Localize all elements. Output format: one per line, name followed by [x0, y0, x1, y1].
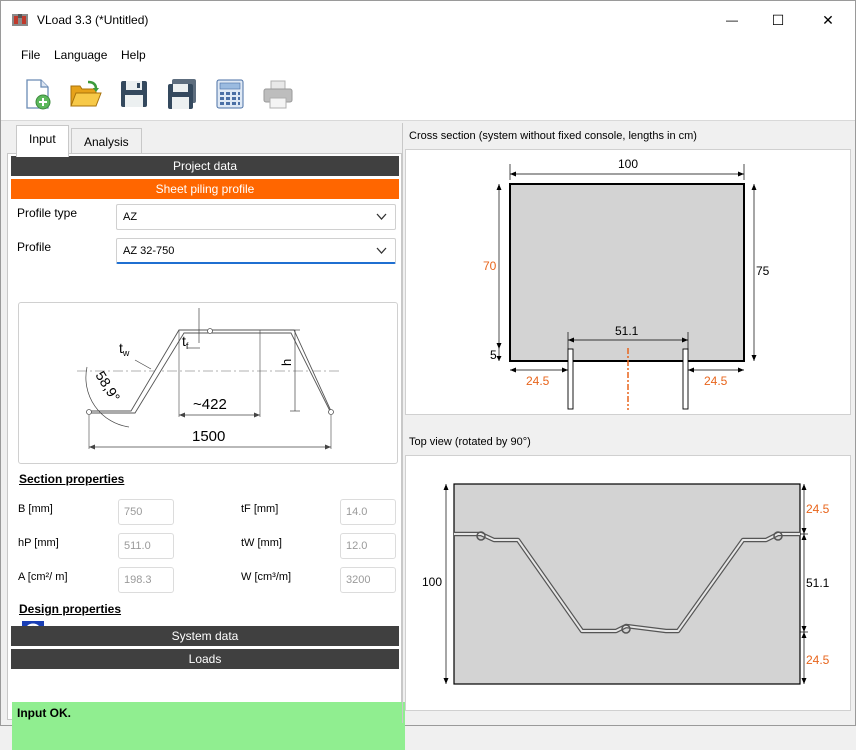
- mid-width-label: ~422: [193, 396, 227, 413]
- tf-prop-label: tF [mm]: [241, 503, 279, 515]
- menu-file[interactable]: File: [21, 48, 40, 62]
- menu-help[interactable]: Help: [121, 48, 146, 62]
- open-folder-icon: [70, 80, 102, 107]
- h-dimension-label: h: [279, 359, 294, 366]
- svg-text:tw: tw: [119, 340, 130, 358]
- tab-analysis[interactable]: Analysis: [71, 128, 142, 156]
- chevron-down-icon: [376, 239, 387, 272]
- close-icon: ✕: [822, 11, 834, 28]
- tw-field[interactable]: 12.0: [340, 533, 396, 559]
- status-message: Input OK.: [12, 702, 405, 750]
- w-prop-label: W [cm³/m]: [241, 571, 292, 583]
- input-panel: Input Analysis Project data Sheet piling…: [5, 123, 405, 750]
- tv-bottom-offset-label: 24.5: [806, 653, 830, 667]
- tab-input[interactable]: Input: [16, 125, 69, 157]
- area-label: A [cm²/ m]: [18, 571, 68, 583]
- save-as-button[interactable]: [165, 77, 199, 111]
- hp-label: hP [mm]: [18, 537, 59, 549]
- new-file-button[interactable]: [21, 77, 55, 111]
- cross-section-diagram: 100 70 5 75 51.1 24.5 24.5: [405, 149, 851, 415]
- new-file-icon: [26, 79, 51, 110]
- input-tab-body: Project data Sheet piling profile Profil…: [7, 153, 405, 750]
- tf-field[interactable]: 14.0: [340, 499, 396, 525]
- tw-prop-label: tW [mm]: [241, 537, 282, 549]
- cs-left-offset-label: 24.5: [526, 374, 550, 388]
- w-field[interactable]: 3200: [340, 567, 396, 593]
- section-properties-heading[interactable]: Section properties: [19, 472, 124, 486]
- tv-left-length-label: 100: [422, 575, 442, 589]
- cs-top-width-label: 100: [618, 157, 638, 171]
- minimize-button[interactable]: —: [709, 1, 755, 39]
- window-title: VLoad 3.3 (*Untitled): [37, 13, 149, 27]
- tv-top-offset-label: 24.5: [806, 502, 830, 516]
- minimize-icon: —: [726, 13, 738, 27]
- loads-header[interactable]: Loads: [11, 649, 399, 669]
- total-width-label: 1500: [192, 428, 225, 445]
- cross-section-graphic: 100 70 5 75 51.1 24.5 24.5: [483, 157, 770, 410]
- system-data-header[interactable]: System data: [11, 626, 399, 646]
- calculator-icon: [216, 79, 244, 109]
- maximize-button[interactable]: ☐: [755, 1, 801, 39]
- app-logo-icon: [12, 14, 28, 26]
- chevron-down-icon: [376, 205, 387, 238]
- profile-select[interactable]: AZ 32-750: [116, 238, 396, 264]
- diagram-panel: Cross section (system without fixed cons…: [403, 123, 855, 723]
- menu-bar: File Language Help: [1, 39, 855, 69]
- cs-right-height-label: 75: [756, 264, 770, 278]
- design-properties-heading[interactable]: Design properties: [19, 602, 121, 616]
- top-view-diagram: 100 24.5 51.1 24.5: [405, 455, 851, 711]
- profile-type-label: Profile type: [17, 206, 78, 220]
- profile-drawing: h tf tw 58,9° ~422 1500: [18, 302, 398, 464]
- tf-subscript: f: [186, 341, 189, 351]
- profile-value: AZ 32-750: [123, 245, 175, 257]
- title-bar: VLoad 3.3 (*Untitled) — ☐ ✕: [1, 1, 855, 39]
- b-field[interactable]: 750: [118, 499, 174, 525]
- calculate-button[interactable]: [213, 77, 247, 111]
- maximize-icon: ☐: [771, 11, 785, 28]
- cs-right-offset-label: 24.5: [704, 374, 728, 388]
- open-button[interactable]: [68, 77, 102, 111]
- close-button[interactable]: ✕: [805, 1, 851, 39]
- angle-label: 58,9°: [92, 368, 123, 404]
- tv-mid-length-label: 51.1: [806, 576, 830, 590]
- save-button[interactable]: [117, 77, 151, 111]
- app-window: VLoad 3.3 (*Untitled) — ☐ ✕ File Languag…: [0, 0, 856, 750]
- cs-console-width-label: 51.1: [615, 324, 639, 338]
- toolbar: [1, 69, 855, 121]
- profile-type-select[interactable]: AZ: [116, 204, 396, 230]
- top-view-graphic: 100 24.5 51.1 24.5: [422, 483, 830, 685]
- cs-left-height-label: 70: [483, 259, 497, 273]
- menu-language[interactable]: Language: [54, 48, 107, 62]
- area-field[interactable]: 198.3: [118, 567, 174, 593]
- profile-type-value: AZ: [123, 211, 138, 223]
- print-icon: [263, 80, 293, 109]
- hp-field[interactable]: 511.0: [118, 533, 174, 559]
- top-view-title: Top view (rotated by 90°): [409, 436, 531, 448]
- tw-subscript: w: [122, 348, 130, 358]
- cross-section-title: Cross section (system without fixed cons…: [409, 130, 697, 142]
- save-as-icon: [168, 79, 196, 109]
- sheet-pile-profile-graphic: h tf tw 58,9° ~422 1500: [77, 308, 339, 450]
- print-button[interactable]: [261, 77, 295, 111]
- profile-label: Profile: [17, 240, 52, 254]
- cs-small-dim-label: 5: [490, 348, 497, 362]
- save-icon: [121, 81, 147, 107]
- sheet-piling-header[interactable]: Sheet piling profile: [11, 179, 399, 199]
- project-data-header[interactable]: Project data: [11, 156, 399, 176]
- b-label: B [mm]: [18, 503, 53, 515]
